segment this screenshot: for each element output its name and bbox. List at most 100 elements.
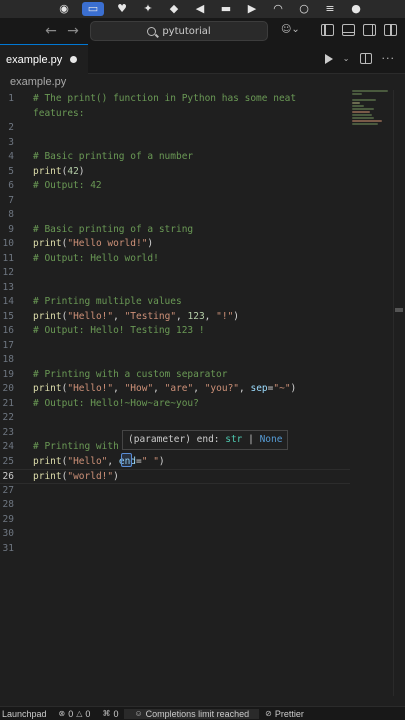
line-code[interactable]: # Printing multiple values xyxy=(33,295,182,310)
code-line[interactable]: 17 xyxy=(0,339,350,354)
code-line[interactable]: 5 print(42) xyxy=(0,165,350,180)
tab-example-py[interactable]: example.py xyxy=(0,44,88,74)
app-icon[interactable]: ♥ xyxy=(114,2,130,16)
tag-icon[interactable]: ◆ xyxy=(166,2,182,16)
line-code[interactable]: # Printing with a custom separator xyxy=(33,368,227,383)
line-code[interactable]: # Basic printing of a number xyxy=(33,150,193,165)
tooltip-none: None xyxy=(259,434,283,445)
toggle-primary-sidebar-icon[interactable] xyxy=(321,24,334,36)
code-line[interactable]: 9 # Basic printing of a string xyxy=(0,223,350,238)
code-line[interactable]: 1 # The print() function in Python has so… xyxy=(0,92,350,107)
code-line[interactable]: 4 # Basic printing of a number xyxy=(0,150,350,165)
wifi-icon[interactable]: ◠ xyxy=(270,2,286,16)
code-line[interactable]: 30 xyxy=(0,527,350,542)
status-copilot[interactable]: ☺ Completions limit reached xyxy=(124,708,260,719)
breadcrumb-file[interactable]: example.py xyxy=(10,76,66,88)
line-number: 31 xyxy=(2,542,14,554)
code-line[interactable]: 22 xyxy=(0,411,350,426)
code-line[interactable]: 3 xyxy=(0,136,350,151)
code-line[interactable]: 19 # Printing with a custom separator xyxy=(0,368,350,383)
unsaved-dot-icon[interactable] xyxy=(70,56,78,63)
line-code[interactable]: print("Hello world!") xyxy=(33,237,153,252)
bookmark-icon[interactable]: ✦ xyxy=(140,2,156,16)
breadcrumb[interactable]: example.py xyxy=(0,74,405,91)
status-launchpad[interactable]: Launchpad xyxy=(0,709,53,719)
record-icon[interactable]: ◉ xyxy=(56,2,72,16)
command-center[interactable]: pytutorial xyxy=(90,21,268,41)
line-code[interactable]: # Output: Hello world! xyxy=(33,252,159,267)
line-code[interactable]: # The print() function in Python has som… xyxy=(33,92,296,107)
battery-icon[interactable]: ▬ xyxy=(218,2,234,16)
customize-layout-icon[interactable] xyxy=(384,24,397,36)
line-number: 25 xyxy=(2,455,14,467)
code-token: ) xyxy=(78,165,85,177)
line-code[interactable]: print("Hello", end=" ") xyxy=(33,455,165,470)
toggle-panel-icon[interactable] xyxy=(342,24,355,36)
code-line[interactable]: 2 xyxy=(0,121,350,136)
status-ports[interactable]: ⌘ 0 xyxy=(96,709,124,719)
split-editor-icon[interactable] xyxy=(359,53,372,64)
vertical-scrollbar[interactable] xyxy=(393,90,405,696)
code-line[interactable]: 21 # Output: Hello!~How~are~you? xyxy=(0,397,350,412)
line-code[interactable]: # Output: Hello!~How~are~you? xyxy=(33,397,199,412)
code-line[interactable]: 11 # Output: Hello world! xyxy=(0,252,350,267)
code-token: " " xyxy=(141,455,159,467)
search-icon[interactable]: ○ xyxy=(296,2,312,16)
code-line[interactable]: 26 print("world!") xyxy=(0,469,350,484)
line-code[interactable]: # Basic printing of a string xyxy=(33,223,193,238)
toggle-secondary-sidebar-icon[interactable] xyxy=(363,24,376,36)
code-line[interactable]: 18 xyxy=(0,353,350,368)
code-line[interactable]: 29 xyxy=(0,513,350,528)
arrow-right-icon[interactable]: → xyxy=(62,23,84,39)
code-token: "How" xyxy=(124,383,154,394)
code-token: , xyxy=(176,310,188,322)
code-line[interactable]: features: xyxy=(0,107,350,122)
code-line[interactable]: 20 print("Hello!", "How", "are", "you?", … xyxy=(0,382,350,397)
code-editor[interactable]: 1 # The print() function in Python has so… xyxy=(0,90,405,696)
arrow-left-icon[interactable]: ← xyxy=(40,23,62,39)
code-line[interactable]: 25 print("Hello", end=" ") xyxy=(0,455,350,470)
code-line[interactable]: 14 # Printing multiple values xyxy=(0,295,350,310)
line-number: 18 xyxy=(2,354,14,365)
status-prettier[interactable]: ⊘ Prettier xyxy=(259,709,310,719)
code-line[interactable]: 15 print("Hello!", "Testing", 123, "!") xyxy=(0,310,350,325)
code-line[interactable]: 28 xyxy=(0,498,350,513)
line-number: 20 xyxy=(2,383,14,394)
code-token: , xyxy=(204,310,217,322)
code-token: ) xyxy=(113,471,119,482)
notification-icon[interactable]: ● xyxy=(348,2,364,16)
line-code[interactable]: print(42) xyxy=(33,165,85,180)
code-line[interactable]: 27 xyxy=(0,484,350,499)
code-token: print xyxy=(33,165,62,177)
status-launchpad-label: Launchpad xyxy=(2,708,47,719)
line-code[interactable]: # Output: Hello! Testing 123 ! xyxy=(33,324,205,339)
status-problems[interactable]: ⊗ 0 △ 0 xyxy=(53,709,97,719)
line-code[interactable]: # Output: 42 xyxy=(33,179,102,194)
code-line[interactable]: 10 print("Hello world!") xyxy=(0,237,350,252)
control-center-icon[interactable]: ≡ xyxy=(322,2,338,16)
chevron-down-icon[interactable]: ⌄ xyxy=(343,54,350,63)
line-code[interactable]: features: xyxy=(33,107,84,122)
screen-capture-icon[interactable]: ▭ xyxy=(82,2,104,16)
scrollbar-marker xyxy=(395,308,403,312)
code-line[interactable]: 6 # Output: 42 xyxy=(0,179,350,194)
code-token: # Basic printing of a string xyxy=(33,223,194,235)
search-icon xyxy=(147,26,157,36)
more-actions-icon[interactable]: ··· xyxy=(382,52,396,65)
line-code[interactable]: print("Hello!", "How", "are", "you?", se… xyxy=(33,382,296,397)
volume-icon[interactable]: ◀ xyxy=(192,2,208,16)
code-line[interactable]: 13 xyxy=(0,281,350,296)
code-line[interactable]: 31 xyxy=(0,542,350,557)
line-code[interactable]: print("Hello!", "Testing", 123, "!") xyxy=(33,310,239,325)
code-token: , xyxy=(239,383,251,394)
run-icon[interactable] xyxy=(324,53,333,64)
copilot-icon[interactable]: ☺⌄ xyxy=(281,24,300,35)
play-icon[interactable]: ▶ xyxy=(244,2,260,16)
code-line[interactable]: 7 xyxy=(0,194,350,209)
code-line[interactable]: 16 # Output: Hello! Testing 123 ! xyxy=(0,324,350,339)
line-code[interactable]: # Printing with xyxy=(33,440,119,455)
code-line[interactable]: 12 xyxy=(0,266,350,281)
minimap[interactable] xyxy=(352,90,392,130)
code-line[interactable]: 8 xyxy=(0,208,350,223)
line-code[interactable]: print("world!") xyxy=(33,470,119,485)
